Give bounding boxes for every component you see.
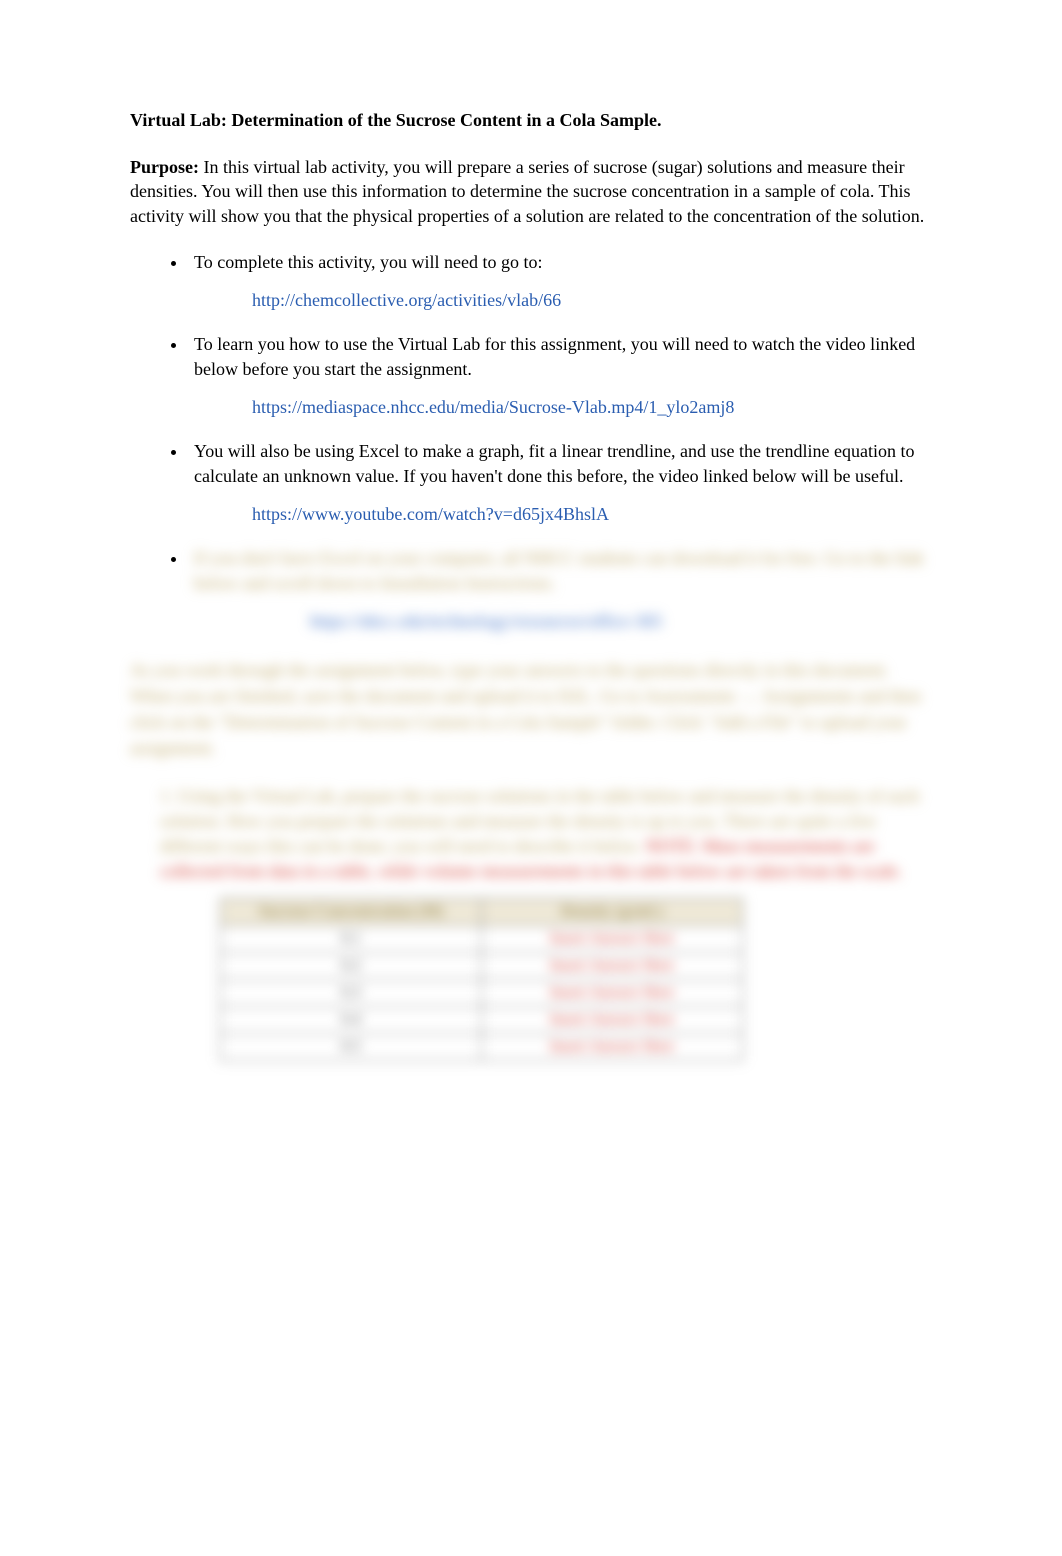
step-text-a: Using the Virtual Lab, prepare the sucro…	[160, 786, 919, 856]
data-table-wrap: Sucrose Concentration (M) Density (g/mL)…	[220, 898, 932, 1061]
cell-density: Insert Answer Here	[482, 926, 743, 953]
sucrose-density-table: Sucrose Concentration (M) Density (g/mL)…	[220, 898, 743, 1061]
cell-density: Insert Answer Here	[482, 1007, 743, 1034]
cell-density: Insert Answer Here	[482, 1034, 743, 1061]
link-2[interactable]: https://mediaspace.nhcc.edu/media/Sucros…	[252, 397, 734, 417]
col-header-density: Density (g/mL)	[482, 899, 743, 926]
table-header-row: Sucrose Concentration (M) Density (g/mL)	[221, 899, 743, 926]
bullet-item-2: To learn you how to use the Virtual Lab …	[188, 332, 932, 419]
link-block-2: https://mediaspace.nhcc.edu/media/Sucros…	[252, 395, 932, 419]
bullet-text: You will also be using Excel to make a g…	[194, 441, 914, 485]
step-number: 1.	[160, 786, 178, 806]
table-row: 0.5 Insert Answer Here	[221, 1034, 743, 1061]
cell-concentration: 0.1	[221, 926, 482, 953]
table-row: 0.1 Insert Answer Here	[221, 926, 743, 953]
document-page: Virtual Lab: Determination of the Sucros…	[0, 0, 1062, 1121]
blurred-link: https://nhcc.edu/technology/resources/of…	[310, 609, 932, 633]
cell-concentration: 0.4	[221, 1007, 482, 1034]
blurred-section: As you work through the assignment below…	[130, 657, 932, 1061]
cell-concentration: 0.2	[221, 953, 482, 980]
bullet-text: To learn you how to use the Virtual Lab …	[194, 334, 915, 378]
bullet-list: To complete this activity, you will need…	[130, 250, 932, 633]
table-row: 0.2 Insert Answer Here	[221, 953, 743, 980]
bullet-item-1: To complete this activity, you will need…	[188, 250, 932, 313]
table-row: 0.3 Insert Answer Here	[221, 980, 743, 1007]
link-block-3: https://www.youtube.com/watch?v=d65jx4Bh…	[252, 502, 932, 526]
purpose-paragraph: Purpose: In this virtual lab activity, y…	[130, 155, 932, 228]
purpose-text: In this virtual lab activity, you will p…	[130, 157, 924, 226]
link-3[interactable]: https://www.youtube.com/watch?v=d65jx4Bh…	[252, 504, 609, 524]
cell-density: Insert Answer Here	[482, 980, 743, 1007]
link-1[interactable]: http://chemcollective.org/activities/vla…	[252, 290, 561, 310]
bullet-text: To complete this activity, you will need…	[194, 252, 543, 272]
bullet-item-4-blurred: If you don't have Excel on your computer…	[188, 546, 932, 633]
bullet-item-3: You will also be using Excel to make a g…	[188, 439, 932, 526]
table-row: 0.4 Insert Answer Here	[221, 1007, 743, 1034]
cell-density: Insert Answer Here	[482, 953, 743, 980]
blurred-bullet-text: If you don't have Excel on your computer…	[194, 546, 932, 595]
purpose-label: Purpose:	[130, 157, 199, 177]
cell-concentration: 0.5	[221, 1034, 482, 1061]
col-header-concentration: Sucrose Concentration (M)	[221, 899, 482, 926]
step-1: 1. Using the Virtual Lab, prepare the su…	[130, 784, 932, 885]
link-block-1: http://chemcollective.org/activities/vla…	[252, 288, 932, 312]
page-title: Virtual Lab: Determination of the Sucros…	[130, 110, 932, 131]
step-note-red: NOTE: Mass measurements are collected fr…	[160, 836, 902, 881]
blurred-instructions-paragraph: As you work through the assignment below…	[130, 657, 932, 761]
cell-concentration: 0.3	[221, 980, 482, 1007]
